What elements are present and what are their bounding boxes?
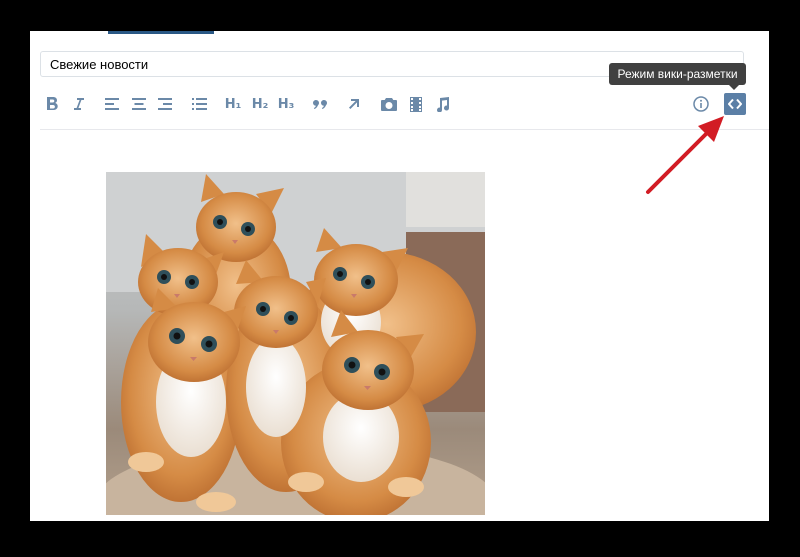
audio-button[interactable] xyxy=(434,94,450,114)
align-center-icon xyxy=(132,98,146,110)
quote-icon xyxy=(313,100,327,109)
video-button[interactable] xyxy=(408,94,424,114)
heading-3-button[interactable]: H₃ xyxy=(277,94,295,114)
annotation-arrow-icon xyxy=(646,116,724,194)
code-brackets-icon xyxy=(728,98,742,110)
heading-2-button[interactable]: H₂ xyxy=(251,94,269,114)
wiki-mode-tooltip: Режим вики-разметки xyxy=(609,63,746,85)
align-center-button[interactable] xyxy=(131,94,147,114)
heading-1-label: H₁ xyxy=(224,96,242,112)
heading-1-button[interactable]: H₁ xyxy=(224,94,242,114)
align-right-button[interactable] xyxy=(157,94,173,114)
bold-icon xyxy=(47,97,58,110)
heading-3-label: H₃ xyxy=(277,96,295,112)
link-arrow-icon xyxy=(349,99,359,109)
list-icon xyxy=(191,98,207,110)
info-button[interactable] xyxy=(692,94,710,114)
kittens-photo xyxy=(106,172,485,515)
active-tab-indicator xyxy=(108,31,214,34)
align-left-icon xyxy=(105,98,119,110)
photo-button[interactable] xyxy=(380,94,398,114)
camera-icon xyxy=(381,97,397,111)
align-right-icon xyxy=(158,98,172,110)
bold-button[interactable] xyxy=(44,94,60,114)
link-button[interactable] xyxy=(346,94,362,114)
tooltip-pointer xyxy=(729,85,739,90)
kittens-image xyxy=(106,172,485,515)
align-left-button[interactable] xyxy=(104,94,120,114)
list-button[interactable] xyxy=(191,94,207,114)
film-icon xyxy=(410,96,422,112)
heading-2-label: H₂ xyxy=(251,96,269,112)
quote-button[interactable] xyxy=(312,94,328,114)
info-icon xyxy=(693,96,709,112)
italic-icon xyxy=(74,98,84,110)
music-note-icon xyxy=(436,96,449,112)
italic-button[interactable] xyxy=(70,94,86,114)
